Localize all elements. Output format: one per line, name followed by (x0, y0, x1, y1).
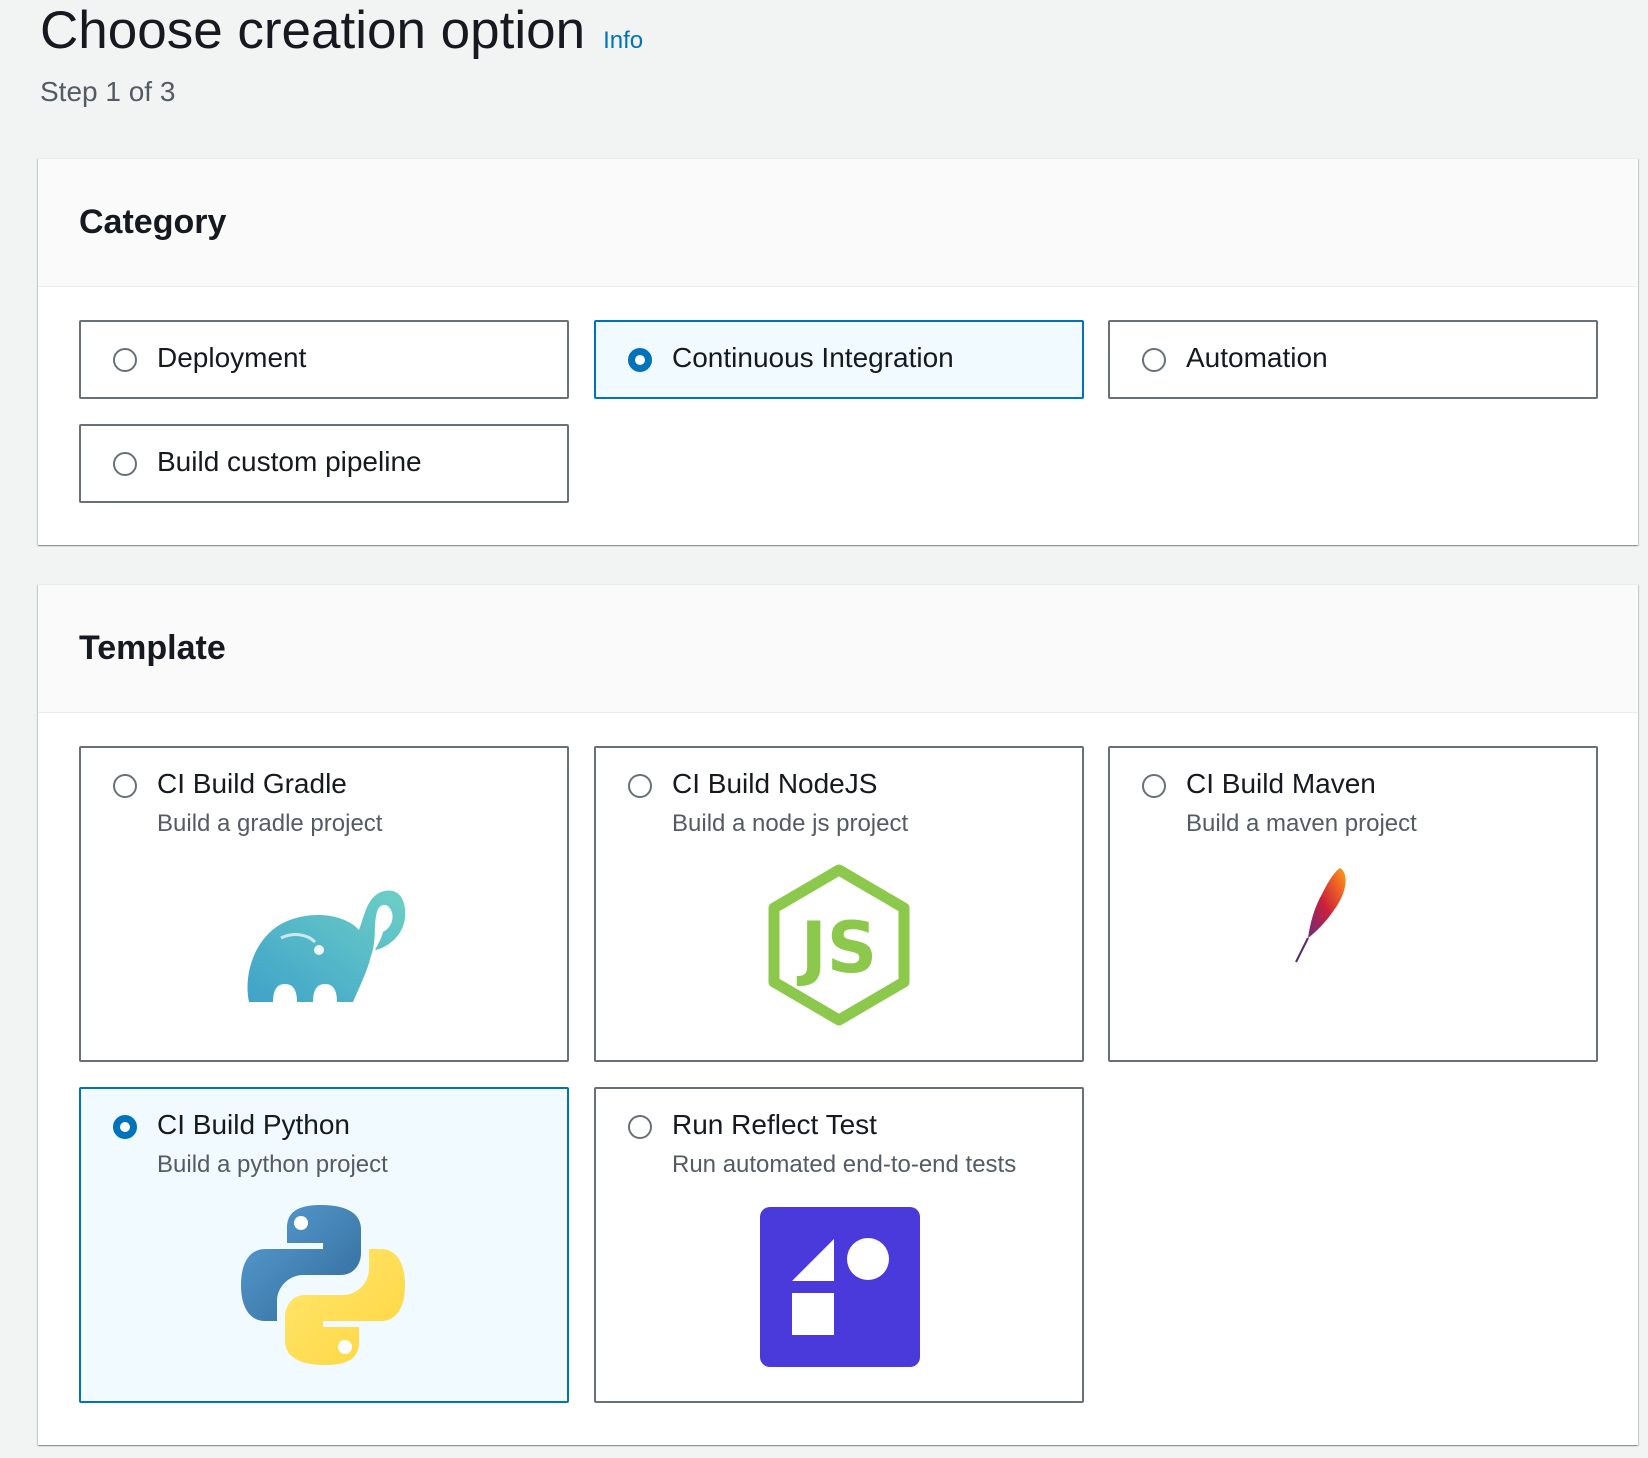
page-header: Choose creation option Info Step 1 of 3 (40, 0, 643, 108)
template-option-ci-build-nodejs[interactable]: CI Build NodeJS Build a node js project … (594, 746, 1084, 1062)
category-option-continuous-integration[interactable]: Continuous Integration (594, 320, 1084, 399)
template-panel-header: Template (38, 585, 1638, 713)
template-option-label: CI Build NodeJS (672, 768, 878, 799)
template-option-description: Run automated end-to-end tests (672, 1151, 1017, 1178)
category-option-label: Continuous Integration (672, 342, 954, 373)
template-option-label: Run Reflect Test (672, 1109, 877, 1140)
template-panel: Template CI Build Gradle Build a gradle … (38, 584, 1638, 1445)
category-option-label: Automation (1186, 342, 1328, 373)
category-option-deployment[interactable]: Deployment (79, 320, 569, 399)
apache-feather-icon (1295, 868, 1346, 963)
radio-button[interactable] (628, 1115, 652, 1139)
gradle-elephant-icon (247, 890, 406, 1002)
template-option-description: Build a node js project (672, 810, 909, 837)
template-option-ci-build-python[interactable]: CI Build Python Build a python project (79, 1087, 569, 1403)
python-icon (241, 1205, 405, 1365)
radio-button[interactable] (628, 774, 652, 798)
category-options: Deployment Continuous Integration Automa… (38, 287, 1638, 545)
template-option-description: Build a python project (157, 1151, 388, 1178)
template-options: CI Build Gradle Build a gradle project C… (38, 713, 1638, 1445)
category-option-label: Deployment (157, 342, 307, 373)
page-title: Choose creation option (40, 1, 586, 60)
info-link[interactable]: Info (603, 27, 643, 55)
radio-button[interactable] (1142, 348, 1166, 372)
radio-button[interactable] (1142, 774, 1166, 798)
step-indicator: Step 1 of 3 (40, 76, 176, 107)
radio-button[interactable] (113, 774, 137, 798)
svg-text:JS: JS (797, 907, 877, 989)
radio-button[interactable] (113, 452, 137, 476)
template-option-ci-build-gradle[interactable]: CI Build Gradle Build a gradle project (79, 746, 569, 1062)
template-option-label: CI Build Maven (1186, 768, 1376, 799)
template-option-label: CI Build Python (157, 1109, 350, 1140)
page: Choose creation option Info Step 1 of 3 … (0, 0, 1648, 1458)
title-row: Choose creation option Info (40, 0, 643, 62)
category-option-automation[interactable]: Automation (1108, 320, 1598, 399)
radio-button[interactable] (113, 348, 137, 372)
nodejs-icon: JS (768, 864, 910, 1026)
template-option-ci-build-maven[interactable]: CI Build Maven Build a maven project (1108, 746, 1598, 1062)
template-option-description: Build a gradle project (157, 810, 383, 837)
reflect-icon (760, 1207, 920, 1367)
category-panel-header: Category (38, 159, 1638, 287)
template-title: Template (79, 629, 226, 667)
template-option-run-reflect-test[interactable]: Run Reflect Test Run automated end-to-en… (594, 1087, 1084, 1403)
category-title: Category (79, 203, 227, 241)
category-option-build-custom-pipeline[interactable]: Build custom pipeline (79, 424, 569, 503)
radio-button-selected[interactable] (628, 348, 652, 372)
radio-button-selected[interactable] (113, 1115, 137, 1139)
template-option-label: CI Build Gradle (157, 768, 347, 799)
template-option-description: Build a maven project (1186, 810, 1417, 837)
category-option-label: Build custom pipeline (157, 446, 422, 477)
category-panel: Category Deployment Continuous Integrati… (38, 158, 1638, 545)
